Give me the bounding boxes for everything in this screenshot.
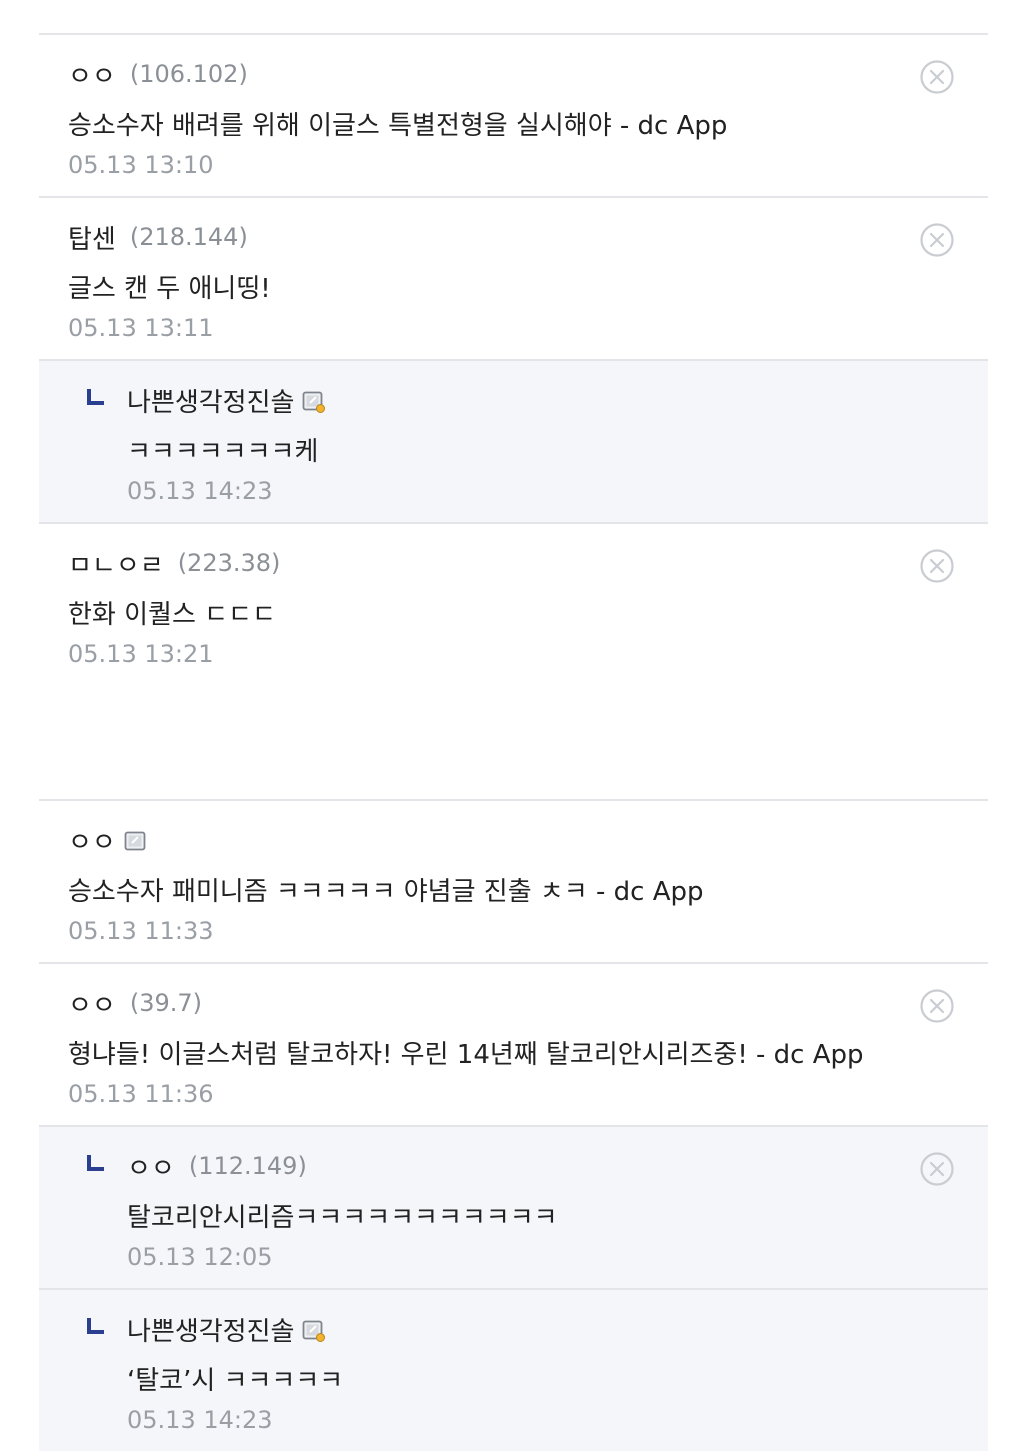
reply-arrow-icon: [87, 1155, 104, 1171]
comment-nickname[interactable]: 나쁜생각정진솔: [127, 1311, 294, 1348]
reply-arrow-icon: [87, 389, 104, 405]
comment-author-line: ㅇㅇ (106.102): [68, 55, 248, 93]
delete-comment-button[interactable]: [919, 1151, 955, 1187]
comment-text: 탈코리안시리즘ㅋㅋㅋㅋㅋㅋㅋㅋㅋㅋㅋ: [127, 1203, 558, 1233]
comment-author-line: ㅁㄴㅇㄹ (223.38): [68, 544, 280, 582]
fixed-nick-badge-icon: [302, 390, 326, 413]
comment-nickname[interactable]: ㅇㅇ: [68, 822, 116, 859]
circle-x-icon: [920, 1152, 954, 1186]
comment-date: 05.13 13:10: [68, 151, 214, 179]
circle-x-icon: [920, 223, 954, 257]
comment-text: 승소수자 배려를 위해 이글스 특별전형을 실시해야 - dc App: [68, 111, 728, 141]
comment-text: 형냐들! 이글스처럼 탈코하자! 우린 14년째 탈코리안시리즈중! - dc …: [68, 1040, 864, 1070]
delete-comment-button[interactable]: [919, 548, 955, 584]
comment-list-bottom: ㅇㅇ 승소수자 패미니즘 ㅋㅋㅋㅋㅋ 야념글 진출 ㅊㅋ - dc App 05…: [39, 799, 988, 1451]
comment-date: 05.13 12:05: [127, 1243, 273, 1271]
comment-list-top: ㅇㅇ (106.102) 승소수자 배려를 위해 이글스 특별전형을 실시해야 …: [39, 33, 988, 685]
comment-author-line: ㅇㅇ (112.149): [127, 1147, 307, 1185]
comment-item: 탑센 (218.144) 글스 캔 두 애니띵! 05.13 13:11: [39, 196, 988, 359]
comment-item: ㅁㄴㅇㄹ (223.38) 한화 이퀄스 ㄷㄷㄷ 05.13 13:21: [39, 522, 988, 685]
comment-text: 승소수자 패미니즘 ㅋㅋㅋㅋㅋ 야념글 진출 ㅊㅋ - dc App: [68, 877, 704, 907]
comment-date: 05.13 11:36: [68, 1080, 214, 1108]
comment-text: 글스 캔 두 애니띵!: [68, 274, 271, 304]
circle-x-icon: [920, 60, 954, 94]
comment-date: 05.13 13:21: [68, 640, 214, 668]
comment-text: 한화 이퀄스 ㄷㄷㄷ: [68, 600, 276, 630]
delete-comment-button[interactable]: [919, 988, 955, 1024]
reply-item: ㅇㅇ (112.149) 탈코리안시리즘ㅋㅋㅋㅋㅋㅋㅋㅋㅋㅋㅋ 05.13 12…: [39, 1125, 988, 1288]
comment-nickname[interactable]: ㅇㅇ: [68, 56, 116, 93]
delete-comment-button[interactable]: [919, 59, 955, 95]
comment-author-line: 나쁜생각정진솔: [127, 1310, 326, 1348]
comment-date: 05.13 14:23: [127, 1406, 273, 1434]
comment-nickname[interactable]: 나쁜생각정진솔: [127, 382, 294, 419]
circle-x-icon: [920, 549, 954, 583]
comment-text: ‘탈코’시 ㅋㅋㅋㅋㅋ: [127, 1366, 344, 1396]
comment-author-line: ㅇㅇ: [68, 821, 146, 859]
reply-item: 나쁜생각정진솔 ㅋㅋㅋㅋㅋㅋㅋ케 05.13 14:23: [39, 359, 988, 522]
comment-date: 05.13 14:23: [127, 477, 273, 505]
comment-date: 05.13 13:11: [68, 314, 214, 342]
comment-item: ㅇㅇ (39.7) 형냐들! 이글스처럼 탈코하자! 우린 14년째 탈코리안시…: [39, 962, 988, 1125]
comment-author-line: 나쁜생각정진솔: [127, 381, 326, 419]
comment-ip: (106.102): [129, 60, 248, 88]
reply-item: 나쁜생각정진솔 ‘탈코’시 ㅋㅋㅋㅋㅋ 05.13 14:23: [39, 1288, 988, 1451]
comment-ip: (112.149): [188, 1152, 307, 1180]
circle-x-icon: [920, 989, 954, 1023]
comment-item: ㅇㅇ (106.102) 승소수자 배려를 위해 이글스 특별전형을 실시해야 …: [39, 33, 988, 196]
delete-comment-button[interactable]: [919, 222, 955, 258]
comment-ip: (223.38): [177, 549, 281, 577]
comment-nickname[interactable]: ㅁㄴㅇㄹ: [68, 545, 164, 582]
comment-ip: (218.144): [129, 223, 248, 251]
comment-text: ㅋㅋㅋㅋㅋㅋㅋ케: [127, 437, 319, 467]
comment-author-line: 탑센 (218.144): [68, 218, 248, 256]
comment-nickname[interactable]: ㅇㅇ: [68, 985, 116, 1022]
reply-arrow-icon: [87, 1318, 104, 1334]
fixed-nick-badge-icon: [302, 1319, 326, 1342]
comment-date: 05.13 11:33: [68, 917, 214, 945]
comment-author-line: ㅇㅇ (39.7): [68, 984, 202, 1022]
comment-ip: (39.7): [129, 989, 203, 1017]
comment-item: ㅇㅇ 승소수자 패미니즘 ㅋㅋㅋㅋㅋ 야념글 진출 ㅊㅋ - dc App 05…: [39, 799, 988, 962]
comment-nickname[interactable]: 탑센: [68, 219, 116, 256]
fixed-nick-badge-icon: [124, 830, 146, 851]
comment-nickname[interactable]: ㅇㅇ: [127, 1148, 175, 1185]
